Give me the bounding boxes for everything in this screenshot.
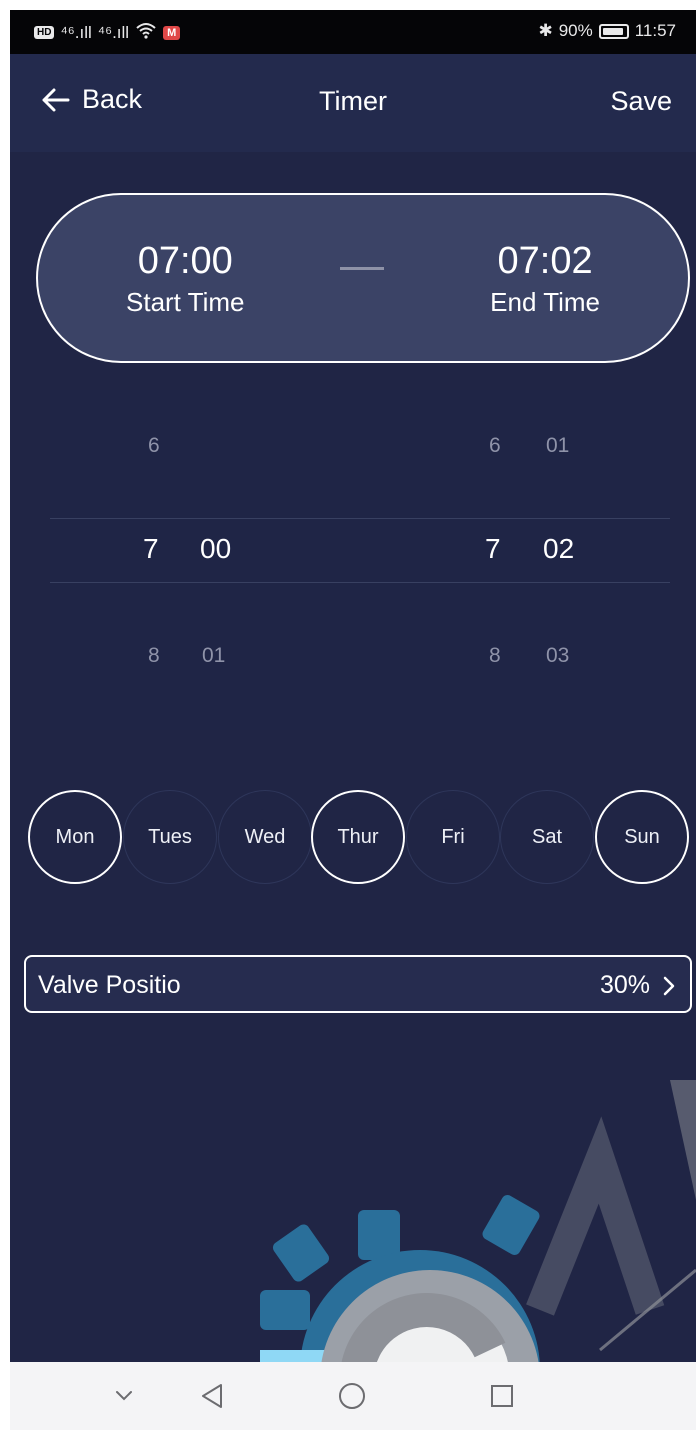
valve-position-value: 30% [599,971,650,999]
picker-divider [50,518,670,519]
battery-fill [602,27,623,35]
start-time-label: Start Time [126,287,245,317]
start-time-value: 07:00 [137,240,233,282]
end-time-label: End Time [490,287,600,317]
weekday-selector: Mon Tues Wed Thur Fri Sat Sun [10,778,696,898]
weekday-sun[interactable]: Sun [595,790,689,884]
end-time-block[interactable]: 07:02 End Time [490,239,600,319]
time-range-capsule[interactable]: 07:00 Start Time 07:02 End Time [36,193,690,363]
end-minute-selected[interactable]: 02 [543,533,574,565]
chevron-down-icon[interactable] [102,1374,146,1418]
signal-icon: ⁴⁶.ıll [97,22,130,42]
start-hour-selected[interactable]: 7 [143,533,159,565]
end-hour-option[interactable]: 6 [489,434,501,458]
weekday-sat[interactable]: Sat [500,790,594,884]
gmail-icon: M [163,25,181,40]
signal-icon: ⁴⁶.ıll [60,22,92,42]
weekday-mon[interactable]: Mon [28,790,122,884]
weekday-tues[interactable]: Tues [123,790,217,884]
save-button[interactable]: Save [610,86,672,117]
page-title: Timer [319,86,387,116]
back-triangle-icon[interactable] [190,1374,234,1418]
range-separator [340,267,384,270]
start-minute-selected[interactable]: 00 [200,533,231,565]
start-hour-option[interactable]: 8 [148,644,160,668]
watermark-logo [260,1080,696,1380]
hd-badge: HD [34,26,55,39]
end-hour-option[interactable]: 8 [489,644,501,668]
status-right: ✱ 90% 11:57 [538,21,676,41]
clock: 11:57 [634,21,676,40]
chevron-right-icon [663,976,675,995]
end-minute-option[interactable]: 01 [546,434,569,458]
weekday-thur[interactable]: Thur [311,790,405,884]
weekday-wed[interactable]: Wed [218,790,312,884]
system-navigation-bar [10,1362,696,1430]
end-time-value: 07:02 [497,240,593,282]
home-circle-icon[interactable] [330,1374,374,1418]
valve-position-value-group: 30% [600,971,676,1000]
time-picker[interactable]: 6 7 8 00 01 6 7 8 01 02 03 [50,390,670,730]
status-bar: HD ⁴⁶.ıll ⁴⁶.ıll M ✱ 90% 11:57 [10,10,696,54]
wifi-icon [135,21,157,44]
start-minute-option[interactable]: 01 [202,644,225,668]
end-minute-option[interactable]: 03 [546,644,569,668]
recent-square-icon[interactable] [480,1374,524,1418]
weekday-fri[interactable]: Fri [406,790,500,884]
bluetooth-icon: ✱ [538,21,553,40]
status-left: HD ⁴⁶.ıll ⁴⁶.ıll M [34,21,181,44]
valve-position-label: Valve Positio [38,971,181,999]
end-hour-selected[interactable]: 7 [485,533,501,565]
start-hour-option[interactable]: 6 [148,434,160,458]
app-screen: HD ⁴⁶.ıll ⁴⁶.ıll M ✱ 90% 11:57 Back Time… [10,10,696,1430]
picker-divider [50,582,670,583]
battery-percent: 90% [558,21,593,40]
header: Back Timer Save [10,54,696,152]
start-time-block[interactable]: 07:00 Start Time [126,239,244,319]
valve-position-row[interactable]: Valve Positio 30% [24,955,692,1013]
battery-icon [598,23,629,39]
